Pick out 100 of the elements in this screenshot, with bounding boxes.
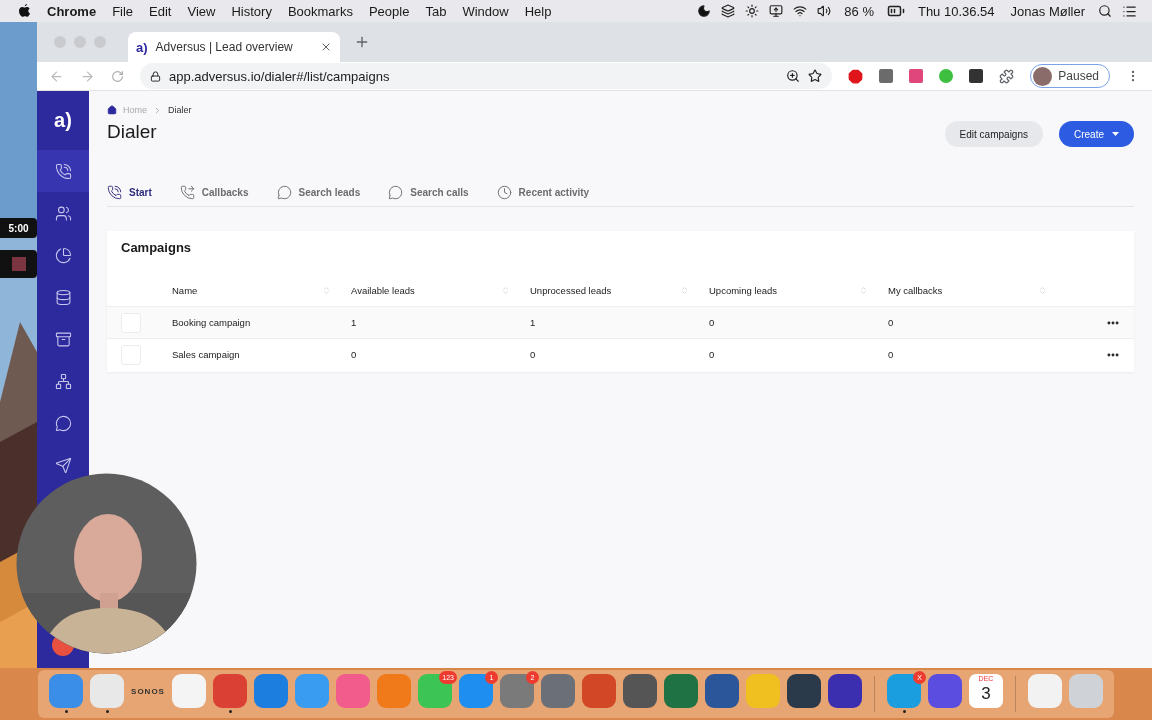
edit-campaigns-button[interactable]: Edit campaigns xyxy=(944,121,1043,147)
table-cell: 0 xyxy=(351,349,357,360)
column-header[interactable]: Name xyxy=(172,284,198,296)
table-cell: 0 xyxy=(709,349,715,360)
page-title: Dialer xyxy=(107,121,158,143)
running-dot xyxy=(902,710,906,713)
phone-icon xyxy=(54,162,72,180)
logo: a) xyxy=(54,108,72,133)
forward-icon[interactable] xyxy=(80,68,95,84)
extension-icon[interactable] xyxy=(969,69,984,83)
layers-icon[interactable] xyxy=(721,4,736,18)
network-icon xyxy=(54,372,72,390)
sidebar-item[interactable] xyxy=(53,455,73,475)
menu-item[interactable]: View xyxy=(179,3,224,19)
sidebar-item[interactable] xyxy=(53,371,73,391)
clock[interactable]: Thu 10.36.54 xyxy=(909,3,1003,19)
sidebar-item[interactable] xyxy=(53,413,73,433)
table-cell: 0 xyxy=(530,349,536,360)
table-cell: 1 xyxy=(351,317,357,328)
column-header[interactable]: Upcoming leads xyxy=(709,284,778,296)
tab[interactable]: Callbacks xyxy=(179,185,249,200)
volume-icon[interactable] xyxy=(817,4,832,18)
app-icon[interactable] xyxy=(787,674,821,708)
lock-icon xyxy=(150,70,161,82)
zoom-icon[interactable] xyxy=(786,69,801,83)
table-cell: Booking campaign xyxy=(172,317,251,328)
avatar xyxy=(1033,66,1053,86)
phone-arrow-icon xyxy=(179,185,195,200)
menu-item[interactable]: People xyxy=(360,3,418,19)
column-header[interactable]: Available leads xyxy=(351,284,415,296)
table-cell: 0 xyxy=(888,317,894,328)
table-cell: Sales campaign xyxy=(172,349,240,360)
table-row[interactable]: Sales campaign 0 0 0 0 xyxy=(107,338,1134,370)
pie-chart-icon xyxy=(54,246,72,264)
sidebar-item[interactable] xyxy=(53,245,73,265)
app-icon[interactable] xyxy=(664,674,698,708)
chat-bubble-icon xyxy=(54,414,72,432)
stop-sign-icon[interactable] xyxy=(848,68,864,84)
app-label[interactable]: SONOS xyxy=(131,674,165,708)
menu-item[interactable]: Window xyxy=(454,3,517,19)
list-icon[interactable] xyxy=(1122,3,1137,19)
screen-icon[interactable] xyxy=(769,4,784,18)
running-dot xyxy=(105,710,109,713)
table-cell: 0 xyxy=(709,317,715,328)
menu-item[interactable]: Bookmarks xyxy=(279,3,361,19)
menu-item[interactable]: Edit xyxy=(141,3,180,19)
sidebar-item[interactable] xyxy=(53,329,73,349)
phone-icon xyxy=(107,185,122,200)
wifi-icon[interactable] xyxy=(793,4,808,18)
battery-percentage: 86 % xyxy=(843,3,875,19)
app-icon[interactable] xyxy=(541,674,575,708)
running-dot xyxy=(64,710,68,713)
new-tab-icon[interactable] xyxy=(354,34,370,50)
app-icon[interactable] xyxy=(828,674,862,708)
archive-icon xyxy=(54,330,72,348)
tab[interactable]: Search calls xyxy=(388,185,469,200)
chat-bubble-icon xyxy=(388,185,404,200)
people-icon xyxy=(54,204,72,222)
puzzle-icon[interactable] xyxy=(999,68,1015,84)
database-icon xyxy=(54,288,72,306)
home-icon[interactable] xyxy=(107,105,117,115)
star-icon[interactable] xyxy=(808,69,823,83)
address-bar[interactable]: app.adversus.io/dialer#/list/campaigns xyxy=(140,63,833,89)
sidebar-item[interactable] xyxy=(37,150,89,192)
user-name[interactable]: Jonas Møller xyxy=(1002,3,1093,19)
sun-icon[interactable] xyxy=(745,4,760,18)
search-icon[interactable] xyxy=(1098,4,1112,18)
create-button[interactable]: Create xyxy=(1059,121,1134,147)
app-menu[interactable]: Chrome xyxy=(39,3,105,19)
app-icon[interactable] xyxy=(928,674,962,708)
caret-icon xyxy=(1112,132,1119,136)
table-row[interactable]: Booking campaign 1 1 0 0 xyxy=(107,306,1134,338)
app-icon[interactable] xyxy=(623,674,657,708)
card-title: Campaigns xyxy=(121,240,193,255)
back-icon[interactable] xyxy=(49,68,64,84)
clock-icon xyxy=(496,185,512,200)
close-icon[interactable] xyxy=(320,41,332,53)
menu-item[interactable]: History xyxy=(223,3,280,19)
column-header[interactable]: My callbacks xyxy=(888,284,943,296)
table-cell: 0 xyxy=(888,349,894,360)
reload-icon[interactable] xyxy=(111,69,124,83)
sidebar-item[interactable] xyxy=(53,287,73,307)
column-header[interactable]: Unprocessed leads xyxy=(530,284,612,296)
favicon: a) xyxy=(136,39,148,55)
menu-item[interactable]: Tab xyxy=(417,3,455,19)
tab[interactable]: Search leads xyxy=(276,185,361,200)
apple-logo-icon[interactable] xyxy=(18,3,31,19)
chevron-icon xyxy=(153,105,162,115)
send-icon xyxy=(54,456,72,474)
table-cell: 1 xyxy=(530,317,536,328)
moon-icon[interactable] xyxy=(697,4,712,18)
menu-item[interactable]: File xyxy=(104,3,142,19)
chat-bubble-icon xyxy=(276,185,292,200)
menu-item[interactable]: Help xyxy=(516,3,560,19)
running-dot xyxy=(228,710,232,713)
tab[interactable]: Start xyxy=(107,185,152,200)
tab[interactable]: Recent activity xyxy=(496,185,590,200)
browser-tab[interactable]: a) Adversus | Lead overview xyxy=(128,32,340,62)
app-icon[interactable] xyxy=(705,674,739,708)
sidebar-item[interactable] xyxy=(53,203,73,223)
